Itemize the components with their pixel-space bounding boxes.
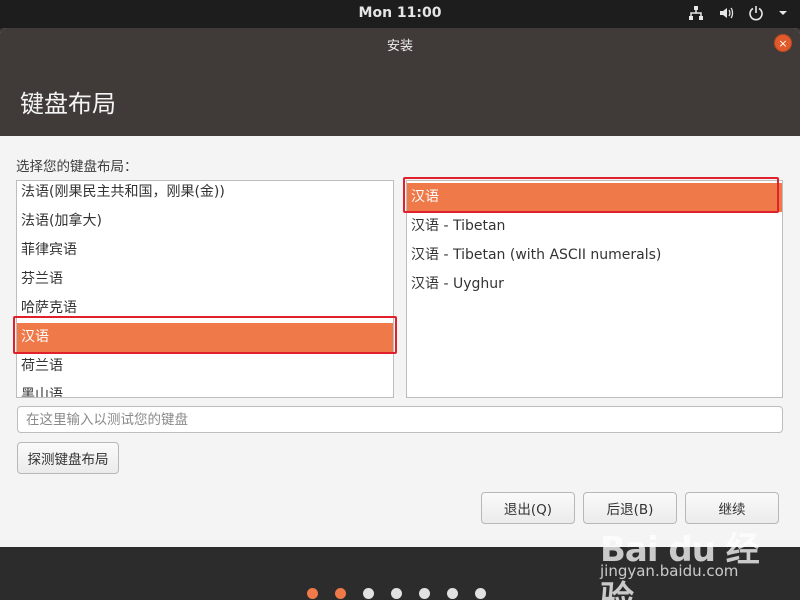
- quit-button[interactable]: 退出(Q): [481, 492, 575, 524]
- layout-list-item[interactable]: 菲律宾语: [17, 236, 393, 265]
- variant-list-item[interactable]: 汉语 - Tibetan (with ASCII numerals): [407, 241, 782, 270]
- keyboard-test-input[interactable]: [17, 406, 783, 433]
- layout-list-item[interactable]: 汉语: [17, 323, 393, 352]
- variant-list-item[interactable]: 汉语 - Uyghur: [407, 270, 782, 299]
- close-button[interactable]: ×: [774, 34, 792, 52]
- variant-list-item[interactable]: 汉语 - Tibetan: [407, 212, 782, 241]
- top-panel: Mon 11:00: [0, 0, 800, 28]
- system-tray[interactable]: [688, 5, 788, 21]
- power-icon[interactable]: [748, 5, 764, 21]
- layout-list-item[interactable]: 黑山语: [17, 381, 393, 397]
- clock[interactable]: Mon 11:00: [0, 5, 800, 21]
- progress-dots: [307, 588, 486, 599]
- progress-dot: [391, 588, 402, 599]
- page-content: 选择您的键盘布局： 法语(刚果民主共和国，刚果(金)) 法语(加拿大) 菲律宾语 芬兰…: [0, 136, 800, 547]
- window-title: 安装: [386, 39, 413, 54]
- network-icon[interactable]: [688, 5, 704, 21]
- window-titlebar[interactable]: 安装 ×: [0, 28, 800, 59]
- progress-dot: [307, 588, 318, 599]
- layout-list[interactable]: 法语(刚果民主共和国，刚果(金)) 法语(加拿大) 菲律宾语 芬兰语 哈萨克语 汉语 荷兰语…: [16, 180, 394, 398]
- watermark-url: jingyan.baidu.com: [600, 562, 739, 580]
- watermark-logo: Bai du 经验: [600, 530, 760, 600]
- volume-icon[interactable]: [718, 5, 734, 21]
- variant-list-item[interactable]: 汉语: [407, 183, 782, 212]
- progress-dot: [419, 588, 430, 599]
- layout-list-item[interactable]: 哈萨克语: [17, 294, 393, 323]
- progress-dot: [363, 588, 374, 599]
- progress-dot: [447, 588, 458, 599]
- layout-list-item[interactable]: 芬兰语: [17, 265, 393, 294]
- progress-dot: [475, 588, 486, 599]
- layout-list-item[interactable]: 法语(刚果民主共和国，刚果(金)): [17, 181, 393, 207]
- variant-list[interactable]: 汉语 汉语 - Tibetan 汉语 - Tibetan (with ASCII n…: [406, 180, 783, 398]
- layout-list-item[interactable]: 荷兰语: [17, 352, 393, 381]
- page-header: 键盘布局: [0, 59, 800, 136]
- page-title: 键盘布局: [20, 90, 116, 118]
- installer-window: 安装 × 键盘布局 选择您的键盘布局： 法语(刚果民主共和国，刚果(金)) 法语(…: [0, 28, 800, 547]
- layout-prompt-label: 选择您的键盘布局：: [16, 159, 138, 175]
- watermark: Bai du 经验 jingyan.baidu.com: [600, 518, 770, 600]
- layout-list-item[interactable]: 法语(加拿大): [17, 207, 393, 236]
- chevron-down-icon[interactable]: [778, 8, 788, 18]
- progress-dot: [335, 588, 346, 599]
- detect-layout-button[interactable]: 探测键盘布局: [17, 442, 119, 474]
- close-icon: ×: [778, 36, 788, 50]
